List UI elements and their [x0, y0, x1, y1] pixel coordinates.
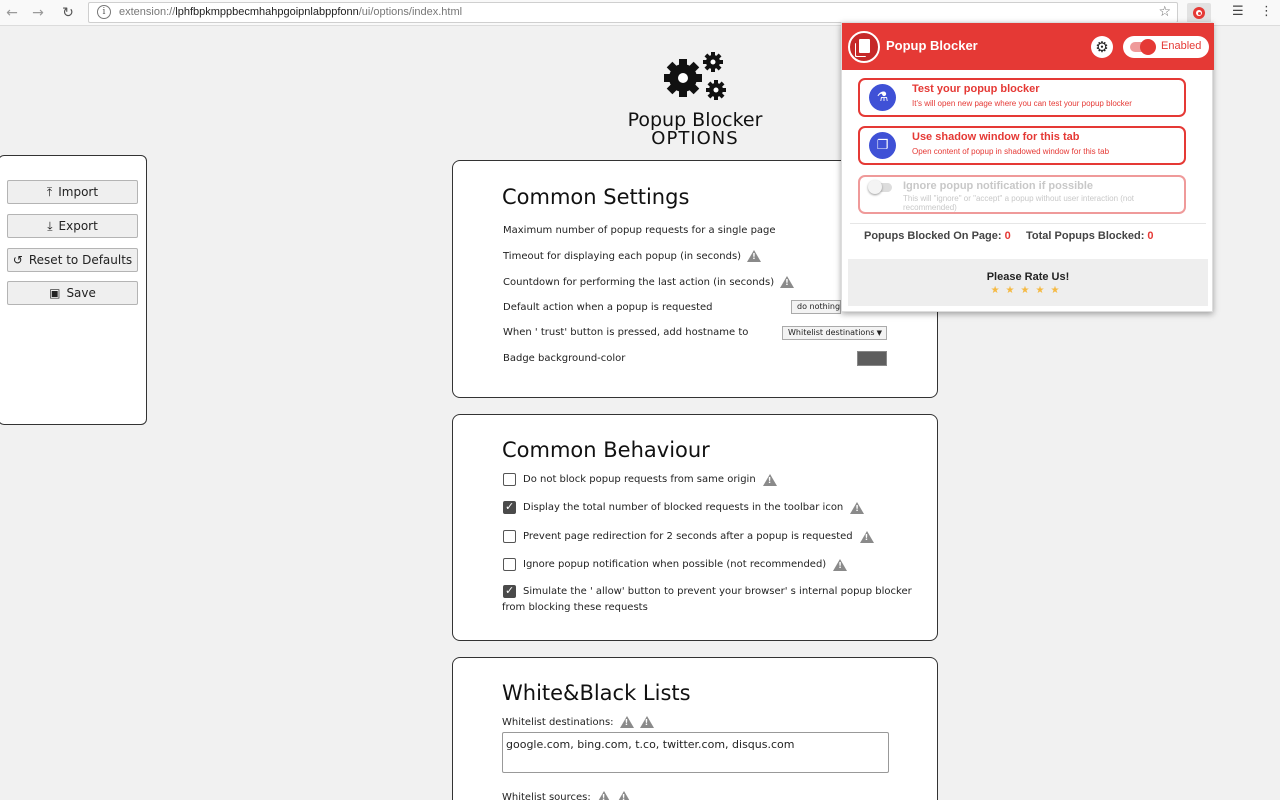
popup-blocker-panel: Popup Blocker ⚙ Enabled ⚗ Test your popu… — [841, 22, 1214, 312]
enabled-toggle[interactable]: Enabled — [1123, 36, 1209, 58]
warning-icon[interactable] — [859, 530, 874, 543]
reading-list-icon[interactable]: ☰ — [1232, 4, 1244, 19]
rate-us-label: Please Rate Us! — [986, 271, 1070, 283]
options-logo: Popup Blocker OPTIONS — [620, 48, 770, 148]
back-button[interactable]: ← — [2, 3, 22, 23]
warning-icon[interactable] — [616, 791, 631, 800]
total-blocked-label: Total Popups Blocked: — [1026, 230, 1145, 242]
default-action-label: Default action when a popup is requested — [503, 302, 713, 313]
import-button[interactable]: ⤒ Import — [7, 180, 138, 204]
option-desc: It's will open new page where you can te… — [912, 99, 1132, 108]
gears-icon — [664, 52, 726, 100]
popup-blocker-extension-button[interactable] — [1187, 3, 1211, 23]
export-button[interactable]: ⤓ Export — [7, 214, 138, 238]
option-desc: This will "ignore" or "accept" a popup w… — [903, 194, 1135, 212]
test-popup-blocker-option[interactable]: ⚗ Test your popup blocker It's will open… — [858, 78, 1186, 117]
checkbox[interactable] — [503, 473, 516, 486]
trust-action-select[interactable]: Whitelist destinations ▼ — [782, 326, 887, 340]
checkbox[interactable] — [503, 584, 516, 598]
behaviour-option-same-origin[interactable]: Do not block popup requests from same or… — [503, 473, 777, 486]
windows-icon: ❐ — [869, 132, 896, 159]
badge-color-swatch[interactable] — [857, 351, 887, 366]
timeout-label: Timeout for displaying each popup (in se… — [503, 250, 762, 262]
bookmark-star-icon[interactable]: ☆ — [1158, 4, 1171, 20]
max-requests-label: Maximum number of popup requests for a s… — [503, 225, 776, 236]
warning-icon[interactable] — [639, 716, 654, 728]
common-behaviour-title: Common Behaviour — [502, 438, 710, 462]
forward-button[interactable]: → — [28, 3, 48, 23]
reset-icon: ↺ — [12, 253, 23, 267]
save-button[interactable]: ▣ Save — [7, 281, 138, 305]
whitelist-sources-label: Whitelist sources: — [502, 791, 631, 800]
gear-icon[interactable]: ⚙ — [1091, 36, 1113, 58]
logo-title: Popup Blocker — [627, 109, 763, 131]
floppy-disk-icon: ▣ — [49, 286, 61, 300]
warning-icon[interactable] — [762, 473, 777, 486]
behaviour-option-toolbar-count[interactable]: Display the total number of blocked requ… — [503, 500, 865, 514]
logo-subtitle: OPTIONS — [651, 128, 739, 149]
common-behaviour-card: Common Behaviour Do not block popup requ… — [452, 414, 938, 641]
shadow-window-option[interactable]: ❐ Use shadow window for this tab Open co… — [858, 126, 1186, 165]
enabled-label: Enabled — [1161, 40, 1202, 52]
popup-blocker-logo-icon — [848, 31, 880, 63]
address-bar[interactable]: i extension://lphfbpkmppbecmhahpgoipnlab… — [88, 2, 1178, 23]
behaviour-option-simulate-allow-cont: from blocking these requests — [502, 602, 648, 613]
reload-button[interactable]: ↻ — [58, 3, 78, 23]
checkbox[interactable] — [503, 500, 516, 514]
whitelist-destinations-label: Whitelist destinations: — [502, 716, 654, 728]
warning-icon[interactable] — [850, 501, 865, 514]
rate-us-section[interactable]: Please Rate Us! ★★★★★ — [848, 259, 1208, 306]
blocked-on-page-value: 0 — [1004, 230, 1011, 242]
flask-icon: ⚗ — [869, 84, 896, 111]
warning-icon[interactable] — [596, 791, 611, 800]
warning-icon[interactable] — [833, 558, 848, 571]
warning-icon[interactable] — [780, 276, 795, 288]
behaviour-option-ignore-notification[interactable]: Ignore popup notification when possible … — [503, 558, 848, 571]
toggle-icon[interactable] — [868, 180, 892, 194]
dropdown-arrow-icon: ▼ — [876, 329, 882, 337]
info-icon[interactable]: i — [97, 5, 111, 19]
reset-defaults-button[interactable]: ↺ Reset to Defaults — [7, 248, 138, 272]
option-title: Use shadow window for this tab — [912, 131, 1080, 143]
popup-blocker-icon — [1193, 7, 1205, 19]
warning-icon[interactable] — [747, 250, 762, 262]
ignore-notification-option[interactable]: Ignore popup notification if possible Th… — [858, 175, 1186, 214]
behaviour-option-simulate-allow[interactable]: Simulate the ' allow' button to prevent … — [503, 584, 912, 598]
upload-icon: ⤒ — [46, 184, 53, 199]
option-desc: Open content of popup in shadowed window… — [912, 147, 1110, 156]
divider — [850, 223, 1206, 224]
trust-action-label: When ' trust' button is pressed, add hos… — [503, 327, 749, 338]
toggle-knob — [1140, 39, 1156, 55]
menu-icon[interactable]: ⋮ — [1260, 4, 1273, 19]
checkbox[interactable] — [503, 558, 516, 571]
rating-stars[interactable]: ★★★★★ — [848, 285, 1208, 296]
blocked-on-page-label: Popups Blocked On Page: — [864, 230, 1002, 242]
behaviour-option-prevent-redirect[interactable]: Prevent page redirection for 2 seconds a… — [503, 530, 874, 543]
countdown-label: Countdown for performing the last action… — [503, 276, 795, 288]
popup-title: Popup Blocker — [886, 38, 978, 53]
warning-icon[interactable] — [619, 716, 634, 728]
lists-card: White&Black Lists Whitelist destinations… — [452, 657, 938, 800]
option-title: Ignore popup notification if possible — [903, 180, 1094, 192]
popup-header: Popup Blocker ⚙ Enabled — [842, 23, 1214, 70]
common-settings-title: Common Settings — [502, 185, 690, 209]
checkbox[interactable] — [503, 530, 516, 543]
download-icon: ⤓ — [47, 218, 53, 233]
badge-color-label: Badge background-color — [503, 353, 626, 364]
blocked-stats: Popups Blocked On Page: 0 Total Popups B… — [864, 230, 1154, 242]
lists-title: White&Black Lists — [502, 681, 691, 705]
default-action-select[interactable]: do nothing — [791, 300, 841, 314]
total-blocked-value: 0 — [1147, 230, 1154, 242]
whitelist-destinations-textarea[interactable]: google.com, bing.com, t.co, twitter.com,… — [502, 732, 889, 773]
actions-sidebar: ⤒ Import ⤓ Export ↺ Reset to Defaults ▣ Save — [0, 155, 147, 425]
option-title: Test your popup blocker — [912, 83, 1040, 95]
url-text: extension://lphfbpkmppbecmhahpgoipnlabpp… — [119, 6, 463, 18]
